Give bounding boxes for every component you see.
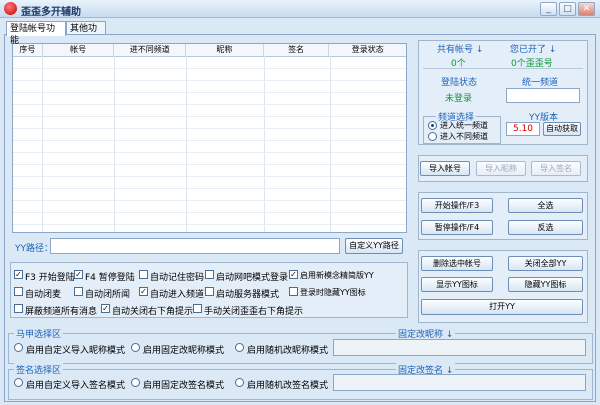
custom-yy-path-button[interactable]: 自定义YY路径 (345, 238, 403, 254)
app-logo-icon (4, 2, 17, 15)
title-bar[interactable] (0, 0, 600, 18)
table-header: 序号 帐号 进不同频道 昵称 签名 登录状态 (13, 44, 406, 57)
signature-section-legend: 签名选择区 (14, 363, 64, 376)
checkbox-f4-pause-login[interactable]: ✓ (74, 270, 83, 279)
minimize-button[interactable]: _ (540, 2, 557, 16)
column-header-signature[interactable]: 签名 (264, 44, 330, 56)
radio-random-nickname[interactable] (235, 343, 244, 352)
radio-custom-import-nickname-label: 启用自定义导入昵称模式 (26, 346, 126, 356)
checkbox-manual-close-tips-label: 手动关闭歪歪右下角提示 (204, 307, 304, 317)
checkbox-auto-close-tips-label: 自动关闭右下角提示 (112, 307, 194, 317)
yy-version-input[interactable]: 5.10 (506, 122, 540, 136)
invert-selection-button[interactable]: 反选 (508, 220, 583, 235)
checkbox-auto-mute-sound-label: 自动闭所闻 (85, 290, 131, 300)
window-title: 歪歪多开辅助 (21, 7, 81, 18)
radio-fixed-signature[interactable] (131, 378, 140, 387)
unified-channel-input[interactable] (506, 88, 580, 103)
radio-different-channel[interactable] (428, 132, 437, 141)
radio-unified-channel-label: 进入统一频道 (440, 121, 488, 130)
open-yy-button[interactable]: 打开YY (421, 299, 583, 315)
tab-login-account[interactable]: 登陆帐号功能 (6, 21, 66, 46)
login-status-label: 登陆状态 (441, 78, 478, 88)
column-header-login-status[interactable]: 登录状态 (329, 44, 406, 56)
total-accounts-label: 共有帐号 ↓ (437, 45, 484, 55)
show-yy-icon-button[interactable]: 显示YY图标 (421, 277, 493, 292)
checkbox-server-mode-label: 启动服务器模式 (216, 290, 280, 300)
checkbox-block-messages[interactable] (14, 304, 23, 313)
checkbox-f3-start-login[interactable]: ✓ (14, 270, 23, 279)
yy-path-input[interactable] (50, 238, 340, 254)
radio-custom-import-nickname[interactable] (14, 343, 23, 352)
checkbox-f3-start-login-label: F3 开始登陆 (25, 273, 75, 283)
checkbox-remember-password[interactable] (139, 270, 148, 279)
column-header-nickname[interactable]: 昵称 (186, 44, 264, 56)
checkbox-f4-pause-login-label: F4 暂停登陆 (85, 273, 135, 283)
checkbox-netcafe-mode-label: 启动网吧模式登录 (216, 273, 289, 283)
radio-fixed-nickname-label: 启用固定改昵称模式 (143, 346, 225, 356)
yy-path-label: YY路径： (15, 244, 53, 254)
unified-channel-label: 统一频道 (522, 78, 559, 88)
radio-different-channel-label: 进入不同频道 (440, 132, 488, 141)
radio-fixed-signature-label: 启用固定改签名模式 (143, 381, 225, 391)
radio-fixed-nickname[interactable] (131, 343, 140, 352)
radio-unified-channel[interactable] (428, 121, 437, 130)
checkbox-auto-enter-channel[interactable]: ✓ (139, 287, 148, 296)
vest-section-legend: 马甲选择区 (14, 327, 64, 340)
checkbox-auto-mute-mic-label: 自动闭麦 (25, 290, 62, 300)
account-table[interactable]: 序号 帐号 进不同频道 昵称 签名 登录状态 (12, 43, 407, 233)
checkbox-auto-close-tips[interactable]: ✓ (101, 304, 110, 313)
checkbox-manual-close-tips[interactable] (193, 304, 202, 313)
import-signatures-button[interactable]: 导入签名 (531, 161, 581, 176)
radio-random-signature[interactable] (235, 378, 244, 387)
checkbox-auto-mute-sound[interactable] (74, 287, 83, 296)
tab-other-functions[interactable]: 其他功能 (66, 21, 106, 46)
radio-random-nickname-label: 启用随机改昵称模式 (247, 346, 329, 356)
checkbox-remember-password-label: 自动记住密码 (150, 273, 205, 283)
checkbox-auto-mute-mic[interactable] (14, 287, 23, 296)
pause-operation-button[interactable]: 暂停操作/F4 (421, 220, 493, 235)
checkbox-hide-yy-icon[interactable] (289, 287, 298, 296)
hide-yy-icon-button[interactable]: 隐藏YY图标 (508, 277, 583, 292)
checkbox-auto-enter-channel-label: 自动进入频道 (150, 290, 205, 300)
checkbox-lite-yy-label: 启用新模念精简版YY (300, 271, 374, 280)
import-nicknames-button[interactable]: 导入昵称 (476, 161, 526, 176)
radio-custom-import-signature-label: 启用自定义导入签名模式 (26, 381, 126, 391)
start-operation-button[interactable]: 开始操作/F3 (421, 198, 493, 213)
checkbox-hide-yy-icon-label: 登录时隐藏YY图标 (300, 288, 366, 297)
import-accounts-button[interactable]: 导入帐号 (420, 161, 470, 176)
delete-selected-accounts-button[interactable]: 删除选中帐号 (421, 256, 493, 271)
restore-button[interactable]: □ (559, 2, 576, 16)
checkbox-server-mode[interactable] (205, 287, 214, 296)
login-status-value: 未登录 (445, 94, 473, 104)
close-button[interactable]: ✕ (578, 2, 595, 16)
radio-custom-import-signature[interactable] (14, 378, 23, 387)
auto-detect-button[interactable]: 自动获取 (543, 122, 581, 136)
column-header-account[interactable]: 帐号 (43, 44, 115, 56)
radio-random-signature-label: 启用随机改签名模式 (247, 381, 329, 391)
close-all-yy-button[interactable]: 关闭全部YY (508, 256, 583, 271)
opened-label: 您已开了 ↓ (510, 45, 557, 55)
checkbox-lite-yy[interactable]: ✓ (289, 270, 298, 279)
column-header-channel[interactable]: 进不同频道 (114, 44, 187, 56)
fixed-signature-input[interactable] (333, 374, 586, 391)
select-all-button[interactable]: 全选 (508, 198, 583, 213)
checkbox-netcafe-mode[interactable] (205, 270, 214, 279)
checkbox-block-messages-label: 屏蔽频道所有消息 (25, 307, 98, 317)
fixed-nickname-input[interactable] (333, 339, 586, 356)
